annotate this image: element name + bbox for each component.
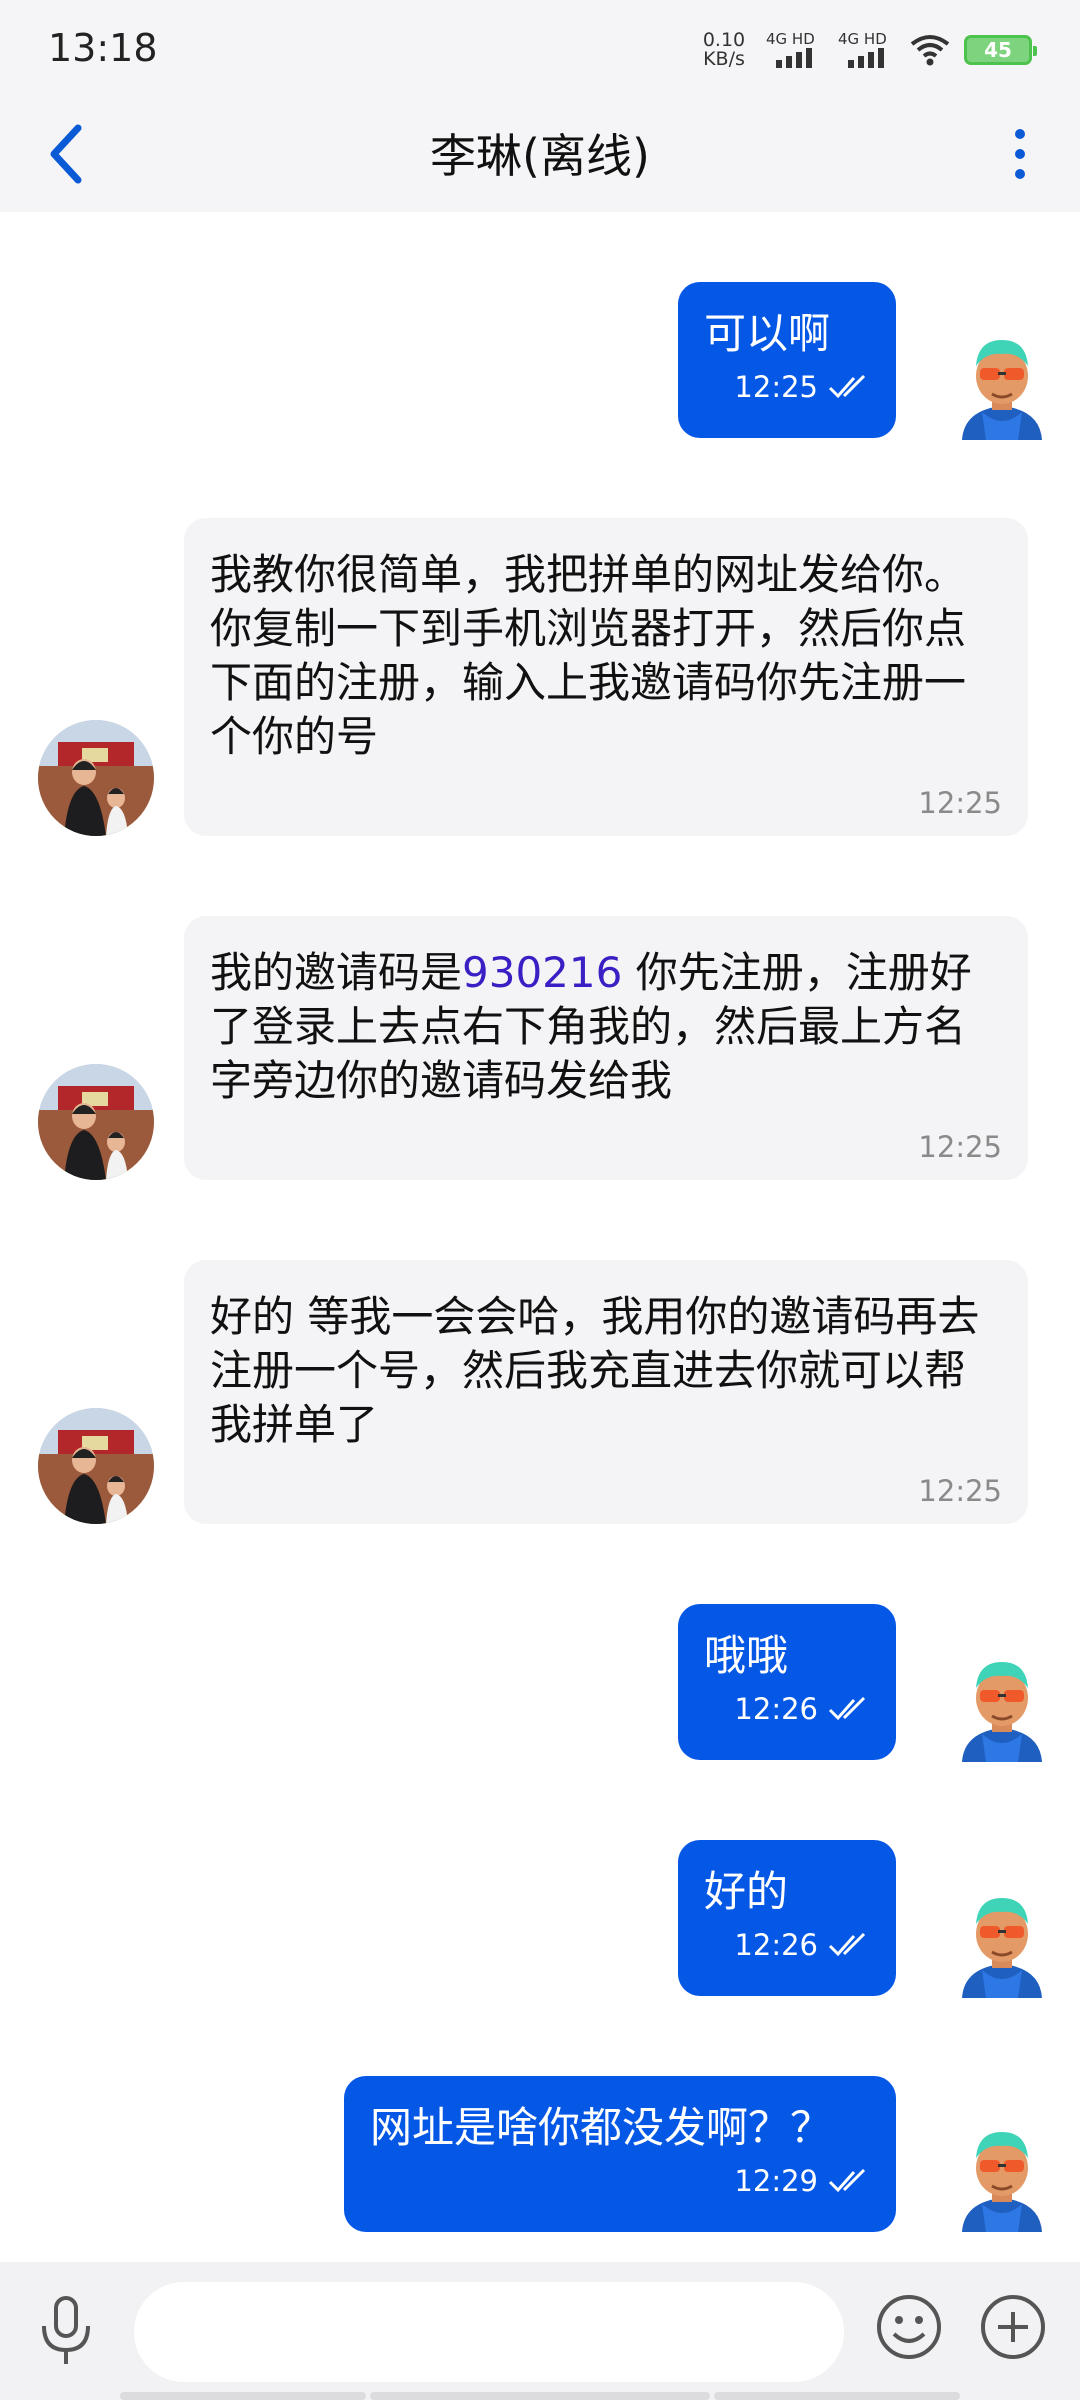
- message-outgoing[interactable]: 网址是啥你都没发啊？？ 12:29: [344, 2076, 896, 2232]
- smiley-icon: [877, 2295, 941, 2359]
- message-time: 12:29: [734, 2164, 818, 2198]
- signal-sim2-icon: 4G HD: [838, 30, 896, 70]
- message-text-part: 我的邀请码是: [210, 948, 463, 997]
- sim2-label: 4G HD: [838, 30, 887, 48]
- emoji-button[interactable]: [874, 2292, 944, 2362]
- contact-avatar[interactable]: [38, 1408, 154, 1524]
- message-outgoing[interactable]: 哦哦 12:26: [678, 1604, 896, 1760]
- attach-button[interactable]: [978, 2292, 1048, 2362]
- my-avatar[interactable]: [952, 332, 1052, 440]
- message-time: 12:25: [918, 786, 1002, 820]
- message-text: 好的: [704, 1867, 789, 1916]
- message-meta: 12:26: [704, 1692, 870, 1726]
- plus-circle-icon: [981, 2295, 1045, 2359]
- message-meta: 12:26: [704, 1928, 870, 1962]
- contact-avatar[interactable]: [38, 720, 154, 836]
- message-meta: 12:25: [704, 370, 870, 404]
- message-text: 网址是啥你都没发啊？？: [370, 2103, 833, 2152]
- message-text: 我的邀请码是930216 你先注册，注册好了登录上去点右下角我的，然后最上方名字…: [210, 946, 1002, 1108]
- message-text: 可以啊: [704, 309, 831, 358]
- message-meta: 12:29: [370, 2164, 870, 2198]
- signal-sim1-icon: 4G HD: [766, 30, 824, 70]
- sim1-label: 4G HD: [766, 30, 815, 48]
- message-input-bar: [0, 2262, 1080, 2400]
- message-incoming[interactable]: 好的 等我一会会哈，我用你的邀请码再去注册一个号，然后我充直进去你就可以帮我拼单…: [184, 1260, 1028, 1524]
- status-icons: 0.10 KB/s 4G HD 4G HD 45: [696, 28, 1037, 72]
- message-outgoing[interactable]: 好的 12:26: [678, 1840, 896, 1996]
- double-check-icon: [828, 2168, 866, 2193]
- double-check-icon: [828, 1696, 866, 1721]
- message-text: 好的 等我一会会哈，我用你的邀请码再去注册一个号，然后我充直进去你就可以帮我拼单…: [210, 1292, 980, 1449]
- chat-title: 李琳(离线): [430, 129, 650, 183]
- invite-code[interactable]: 930216: [462, 948, 622, 997]
- status-bar: 13:18 0.10 KB/s 4G HD 4G HD 45: [0, 0, 1080, 96]
- message-time: 12:25: [734, 370, 818, 404]
- my-avatar[interactable]: [952, 2124, 1052, 2232]
- message-time: 12:26: [734, 1928, 818, 1962]
- nav-indicator: [370, 2392, 710, 2400]
- microphone-icon: [42, 2296, 90, 2364]
- network-speed-unit: KB/s: [703, 48, 745, 70]
- message-outgoing[interactable]: 可以啊 12:25: [678, 282, 896, 438]
- contact-avatar[interactable]: [38, 1064, 154, 1180]
- nav-indicator: [714, 2392, 960, 2400]
- more-dot: [1015, 149, 1025, 159]
- double-check-icon: [828, 1932, 866, 1957]
- nav-indicator: [120, 2392, 366, 2400]
- battery-icon: 45: [964, 35, 1037, 65]
- message-time: 12:25: [918, 1130, 1002, 1164]
- wifi-icon: [910, 35, 950, 66]
- my-avatar[interactable]: [952, 1654, 1052, 1762]
- more-dot: [1015, 169, 1025, 179]
- voice-input-button[interactable]: [36, 2294, 96, 2368]
- message-incoming[interactable]: 我教你很简单，我把拼单的网址发给你。你复制一下到手机浏览器打开，然后你点下面的注…: [184, 518, 1028, 836]
- more-vertical-icon: [1015, 129, 1025, 139]
- chat-header: 李琳(离线): [0, 96, 1080, 212]
- status-time: 13:18: [48, 26, 158, 70]
- more-options-button[interactable]: [990, 118, 1050, 190]
- message-text: 我教你很简单，我把拼单的网址发给你。你复制一下到手机浏览器打开，然后你点下面的注…: [210, 550, 967, 761]
- message-input[interactable]: [134, 2282, 844, 2382]
- double-check-icon: [828, 374, 866, 399]
- my-avatar[interactable]: [952, 1890, 1052, 1998]
- network-speed: 0.10 KB/s: [696, 31, 752, 69]
- message-time: 12:25: [918, 1474, 1002, 1508]
- battery-level: 45: [984, 38, 1012, 62]
- message-time: 12:26: [734, 1692, 818, 1726]
- message-incoming[interactable]: 我的邀请码是930216 你先注册，注册好了登录上去点右下角我的，然后最上方名字…: [184, 916, 1028, 1180]
- message-text: 哦哦: [704, 1631, 789, 1680]
